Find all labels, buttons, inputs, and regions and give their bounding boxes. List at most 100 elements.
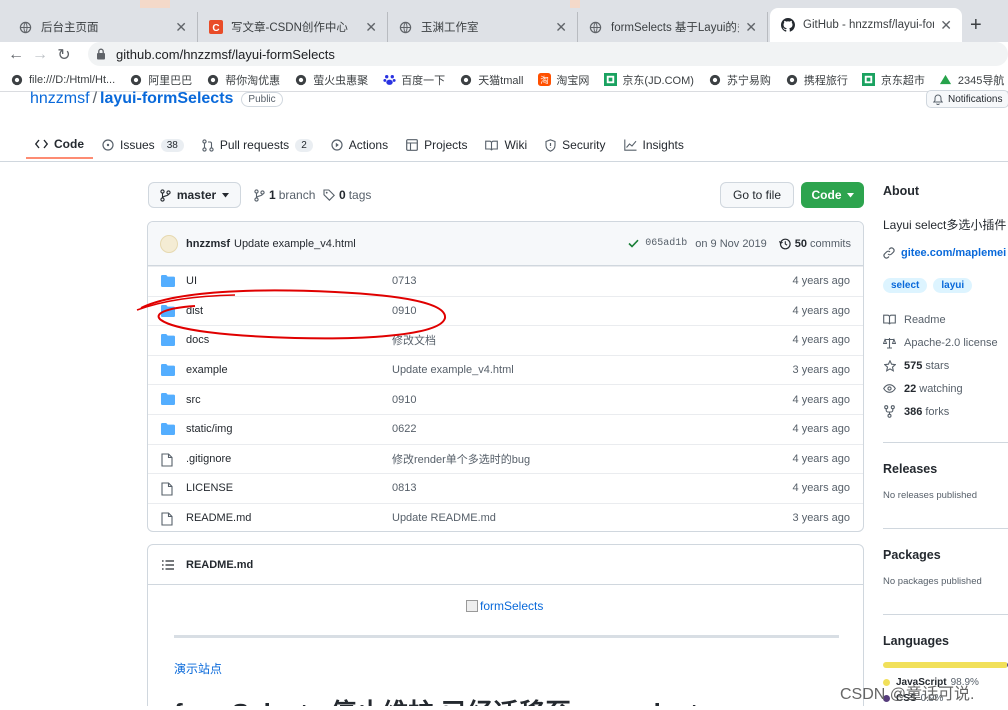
file-commit-message[interactable]: 0813 [392,482,416,494]
latest-commit-bar: hnzzmsf Update example_v4.html 065ad1b o… [148,222,863,266]
close-icon[interactable]: ✕ [365,19,377,36]
forks-count: 386 [904,405,923,418]
commit-author[interactable]: hnzzmsf [186,238,230,250]
tab-security[interactable]: Security [536,131,614,159]
tab-issues[interactable]: Issues 38 [93,131,193,159]
reload-icon[interactable]: ↻ [52,45,76,65]
code-download-button[interactable]: Code [801,182,864,208]
tags-link[interactable]: 0 tags [323,188,371,202]
file-age: 4 years ago [792,275,850,288]
table-row[interactable]: src 0910 4 years ago [148,384,863,414]
table-row[interactable]: LICENSE 0813 4 years ago [148,473,863,503]
file-commit-message[interactable]: 修改render单个多选时的bug [392,451,530,467]
watchers-link[interactable]: 22 watching [883,377,1008,400]
commit-date: on 9 Nov 2019 [695,237,767,250]
repo-name-link[interactable]: layui-formSelects [100,90,233,108]
branch-select-button[interactable]: master [148,182,241,208]
go-to-file-button[interactable]: Go to file [720,182,794,208]
play-circle-icon [331,139,343,151]
file-commit-message[interactable]: Update example_v4.html [392,364,514,376]
file-commit-message[interactable]: 0910 [392,394,416,406]
bookmark-item[interactable]: 携程旅行 [785,72,848,88]
bell-icon [933,93,943,105]
file-name[interactable]: static/img [186,423,232,435]
topic-tag[interactable]: layui [933,278,973,293]
browser-toolbar: ← → ↻ github.com/hnzzmsf/layui-formSelec… [0,42,1008,68]
check-icon [628,239,639,248]
topic-tag[interactable]: select [883,278,928,293]
releases-title[interactable]: Releases [883,462,1008,476]
file-commit-message[interactable]: Update README.md [392,512,496,524]
readme-link[interactable]: Readme [883,308,1008,331]
address-bar[interactable]: github.com/hnzzmsf/layui-formSelects [88,42,1008,66]
globe-icon [18,20,33,35]
notifications-button[interactable]: Notifications [926,90,1008,108]
nav-2345-icon [939,73,953,87]
stars-link[interactable]: 575 stars [883,354,1008,377]
bookmark-item[interactable]: 百度一下 [382,72,445,88]
shield-icon [545,138,556,152]
close-icon[interactable]: ✕ [555,19,567,36]
bookmark-item[interactable]: 萤火虫惠聚 [294,72,368,88]
commit-message[interactable]: Update example_v4.html [234,238,356,250]
bookmark-item[interactable]: 帮你淘优惠 [206,72,280,88]
close-icon[interactable]: ✕ [745,19,757,36]
tab-projects[interactable]: Projects [397,131,476,159]
license-link[interactable]: Apache-2.0 license [883,331,1008,354]
tab-wiki[interactable]: Wiki [476,131,536,159]
bookmark-item[interactable]: file:///D:/Html/Ht... [10,73,115,87]
table-row[interactable]: example Update example_v4.html 3 years a… [148,354,863,385]
website-link[interactable]: gitee.com/maplemei [883,247,1008,259]
file-name[interactable]: .gitignore [186,453,231,465]
list-icon[interactable] [162,559,174,570]
tab-code[interactable]: Code [26,131,93,159]
tab-insights[interactable]: Insights [615,131,693,159]
bookmark-item[interactable]: 京东超市 [862,72,925,88]
browser-tab-5-active[interactable]: GitHub - hnzzmsf/layui-formS ✕ [770,8,962,42]
forward-arrow-icon[interactable]: → [28,46,52,64]
bookmark-item[interactable]: 苏宁易购 [708,72,771,88]
packages-title[interactable]: Packages [883,548,1008,562]
readme-title[interactable]: README.md [186,559,253,571]
forks-link[interactable]: 386 forks [883,400,1008,423]
bookmark-item[interactable]: 2345导航 [939,72,1004,88]
close-icon[interactable]: ✕ [175,19,187,36]
tab-actions[interactable]: Actions [322,131,397,159]
readme-broken-image[interactable]: formSelects [466,599,543,613]
branches-link[interactable]: 1 branch [254,188,315,202]
back-arrow-icon[interactable]: ← [4,46,28,64]
table-row[interactable]: static/img 0622 4 years ago [148,413,863,444]
folder-icon [161,422,175,435]
bookmark-item[interactable]: 淘淘宝网 [537,72,589,88]
file-name[interactable]: src [186,394,201,406]
demo-site-link[interactable]: 演示站点 [174,660,222,677]
issues-count: 38 [160,138,184,152]
file-age: 3 years ago [792,364,850,377]
table-row[interactable]: .gitignore 修改render单个多选时的bug 4 years ago [148,443,863,474]
commit-sha[interactable]: 065ad1b [645,238,687,249]
avatar[interactable] [160,234,178,253]
file-name[interactable]: LICENSE [186,482,233,494]
browser-tab-1[interactable]: 后台主页面 ✕ [8,12,198,42]
file-name[interactable]: example [186,364,228,376]
browser-tab-2[interactable]: C 写文章-CSDN创作中心 ✕ [198,12,388,42]
file-name[interactable]: README.md [186,512,251,524]
lock-icon [96,48,106,60]
new-tab-plus-icon[interactable]: + [970,14,982,37]
browser-tab-3[interactable]: 玉渊工作室 ✕ [388,12,578,42]
file-commit-message[interactable]: 0622 [392,423,416,435]
bookmark-item[interactable]: 天猫tmall [459,72,523,88]
code-icon [35,139,48,149]
taobao-icon: 淘 [537,73,551,87]
bookmark-item[interactable]: 京东(JD.COM) [603,72,694,88]
folder-icon [161,363,175,376]
folder-icon [161,393,175,406]
tab-pull-requests[interactable]: Pull requests 2 [193,131,322,159]
close-icon[interactable]: ✕ [940,17,952,34]
bookmark-item[interactable]: 阿里巴巴 [129,72,192,88]
browser-tab-4[interactable]: formSelects 基于Layui的多选解 ✕ [578,12,768,42]
table-row[interactable]: README.md Update README.md 3 years ago [148,502,863,531]
commits-link[interactable]: 50 commits [778,238,851,250]
bookmarks-bar: file:///D:/Html/Ht... 阿里巴巴 帮你淘优惠 萤火虫惠聚 百… [0,68,1008,92]
repo-owner-link[interactable]: hnzzmsf [30,90,90,108]
